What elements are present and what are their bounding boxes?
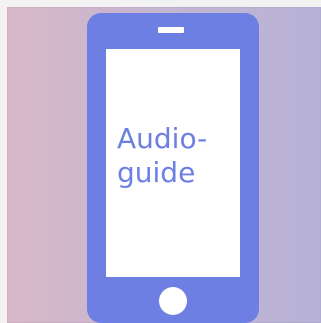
audioguide-tile[interactable]: Audio- guide bbox=[7, 7, 321, 323]
home-button-icon bbox=[159, 287, 187, 315]
audioguide-label: Audio- guide bbox=[117, 122, 208, 189]
speaker-slot bbox=[158, 27, 184, 33]
phone-screen: Audio- guide bbox=[106, 49, 240, 277]
smartphone-icon: Audio- guide bbox=[87, 13, 259, 323]
